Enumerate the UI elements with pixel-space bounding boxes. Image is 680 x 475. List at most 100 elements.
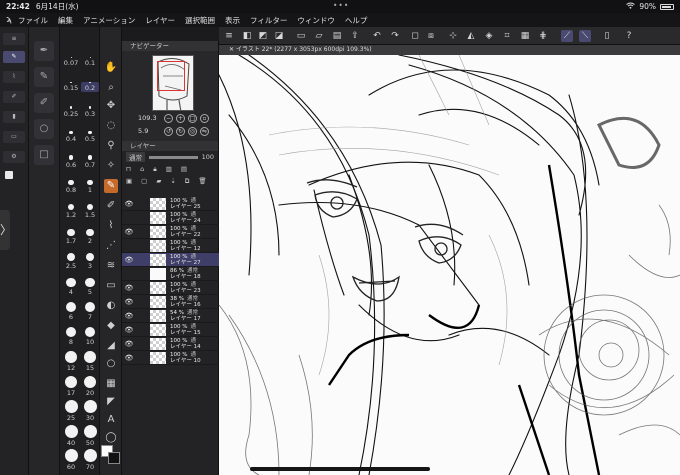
brush-size-item[interactable]: 8 <box>62 326 80 346</box>
delete-layer-icon[interactable]: 🗑︎ <box>198 177 206 185</box>
layer-row[interactable]: 👁︎ 54 % 通常 レイヤー 17 <box>122 309 219 323</box>
brush-size-item[interactable]: 1.7 <box>62 228 80 245</box>
brush-size-item[interactable]: 30 <box>81 400 99 422</box>
combine-icon[interactable]: ⧉ <box>185 177 190 186</box>
fit-icon[interactable]: □ <box>188 114 197 123</box>
navigator-rotation[interactable]: 5.9 <box>138 127 148 135</box>
pencil-group-icon[interactable]: ✐ <box>3 91 25 103</box>
text-icon[interactable]: A <box>104 413 118 427</box>
layer-check[interactable] <box>139 256 147 264</box>
menu-view[interactable]: 表示 <box>225 15 240 26</box>
opacity-slider[interactable] <box>149 155 198 159</box>
material-icon[interactable]: ◪ <box>273 30 285 42</box>
subtool-mapping-pen-icon[interactable]: ✎ <box>34 67 54 87</box>
brush-size-item[interactable]: 3 <box>81 253 99 270</box>
undo-icon[interactable]: ↶ <box>371 30 383 42</box>
layer-row[interactable]: 👁︎ 100 % 通レイヤー 10 <box>122 351 219 365</box>
special-ruler-snap-icon[interactable]: ⟍ <box>579 30 591 42</box>
menu-window[interactable]: ウィンドウ <box>297 15 335 26</box>
zoom-out-icon[interactable]: − <box>164 114 173 123</box>
brush-size-item[interactable]: 60 <box>62 449 80 471</box>
eraser-icon[interactable]: ▭ <box>104 279 118 293</box>
save-icon[interactable]: ▤ <box>331 30 343 42</box>
layer-row[interactable]: 86 % 通常 レイヤー 18 <box>122 267 219 281</box>
new-folder-icon[interactable]: ▰ <box>156 177 161 185</box>
brush-size-item[interactable]: 12 <box>62 351 80 372</box>
layer-property-icon[interactable]: ◩ <box>257 30 269 42</box>
marker-group-icon[interactable]: ▮ <box>3 111 25 123</box>
layer-check[interactable] <box>139 298 147 306</box>
layer-check[interactable] <box>139 326 147 334</box>
brush-size-item[interactable]: 17 <box>62 375 80 397</box>
brush-size-item[interactable]: 0.1 <box>81 57 99 67</box>
brush-size-item[interactable]: 20 <box>81 375 99 397</box>
brush-size-item[interactable]: 70 <box>81 449 99 471</box>
brush-size-item[interactable]: 2 <box>81 228 99 245</box>
decoration-icon[interactable]: ≋ <box>104 259 118 273</box>
snap-icon[interactable]: ⋕ <box>537 30 549 42</box>
brush-size-item[interactable]: 0.3 <box>81 106 99 118</box>
new-icon[interactable]: ◧ <box>241 30 253 42</box>
actual-size-icon[interactable]: ▫ <box>200 114 209 123</box>
layer-check[interactable] <box>139 354 147 362</box>
sub-color-swatch[interactable] <box>108 452 120 464</box>
layer-opacity-value[interactable]: 100 <box>202 153 214 161</box>
brush-size-item[interactable]: 0.25 <box>62 106 80 118</box>
brush-size-item[interactable]: 0.7 <box>81 155 99 169</box>
navigator-zoom[interactable]: 109.3 <box>138 114 157 122</box>
canvas-tab[interactable]: ✕ イラスト 22* (2277 x 3053px 600dpi 109.3%) <box>219 45 680 55</box>
brush-size-item[interactable]: 0.2 <box>81 81 99 93</box>
smartphone-icon[interactable]: ▯ <box>601 30 613 42</box>
subtool-round-pen-icon[interactable]: ○ <box>34 119 54 139</box>
hand-icon[interactable]: ✋ <box>104 61 118 75</box>
zoom-icon[interactable]: ⌕ <box>104 81 118 95</box>
layer-check[interactable] <box>139 242 147 250</box>
transform-icon[interactable]: ⧈ <box>425 30 437 42</box>
eyedropper-icon[interactable]: ⚲ <box>104 139 118 153</box>
pen-icon[interactable]: ✎ <box>104 179 118 193</box>
lock-icon[interactable]: 🔒︎ <box>153 165 156 174</box>
export-icon[interactable]: ⇪ <box>349 30 361 42</box>
menu-icon[interactable]: ≡ <box>223 30 235 42</box>
brush-size-item[interactable]: 7 <box>81 302 99 321</box>
checkbox-icon[interactable] <box>5 171 13 179</box>
mask-icon[interactable]: ▤ <box>181 165 187 173</box>
reference-icon[interactable]: ⌂ <box>140 165 144 173</box>
pencil-icon[interactable]: ✐ <box>104 199 118 213</box>
brush-icon[interactable]: ⌇ <box>104 219 118 233</box>
brush-size-item[interactable]: 0.6 <box>62 155 80 169</box>
eye-icon[interactable]: 👁︎ <box>122 228 136 236</box>
layer-row[interactable]: 👁︎ 38 % 通常 レイヤー 16 <box>122 295 219 309</box>
settings-group-icon[interactable]: ⚙ <box>3 151 25 163</box>
subtool-turnip-pen-icon[interactable]: ✐ <box>34 93 54 113</box>
brush-size-item[interactable]: 0.4 <box>62 130 80 143</box>
transfer-down-icon[interactable]: ⇣ <box>170 177 175 185</box>
panel-toggle-icon[interactable]: ≡ <box>3 33 25 45</box>
rotate-left-icon[interactable]: ↺ <box>164 127 173 136</box>
layer-check[interactable] <box>139 214 147 222</box>
blend-icon[interactable]: ◐ <box>104 299 118 313</box>
menu-help[interactable]: ヘルプ <box>345 15 368 26</box>
layer-check[interactable] <box>139 228 147 236</box>
frame-icon[interactable]: ▦ <box>104 377 118 391</box>
rotate-right-icon[interactable]: ↻ <box>176 127 185 136</box>
reset-rotation-icon[interactable]: ◎ <box>188 127 197 136</box>
blend-mode-select[interactable]: 通常 <box>126 152 145 162</box>
flip-icon[interactable]: ⇋ <box>200 127 209 136</box>
pen-group-icon[interactable]: ✎ <box>3 51 25 63</box>
navigator-thumbnail[interactable] <box>152 55 194 111</box>
lock-alpha-icon[interactable]: ▥ <box>166 165 172 173</box>
brush-size-item[interactable]: 0.8 <box>62 179 80 194</box>
menu-filter[interactable]: フィルター <box>250 15 287 26</box>
layer-row[interactable]: 👁︎ 100 % 通レイヤー 14 <box>122 337 219 351</box>
clear-icon[interactable]: ◻ <box>409 30 421 42</box>
brush-size-item[interactable]: 0.07 <box>62 57 80 67</box>
invert-icon[interactable]: ◭ <box>465 30 477 42</box>
brush-size-item[interactable]: 0.5 <box>81 130 99 143</box>
eye-icon[interactable]: 👁︎ <box>122 298 136 306</box>
balloon-icon[interactable]: ◯ <box>104 431 118 445</box>
layer-row[interactable]: 100 % 通レイヤー 12 <box>122 239 219 253</box>
close-tab-icon[interactable]: ✕ <box>229 46 236 53</box>
brush-size-item[interactable]: 1.5 <box>81 204 99 219</box>
new-file-icon[interactable]: ▭ <box>295 30 307 42</box>
